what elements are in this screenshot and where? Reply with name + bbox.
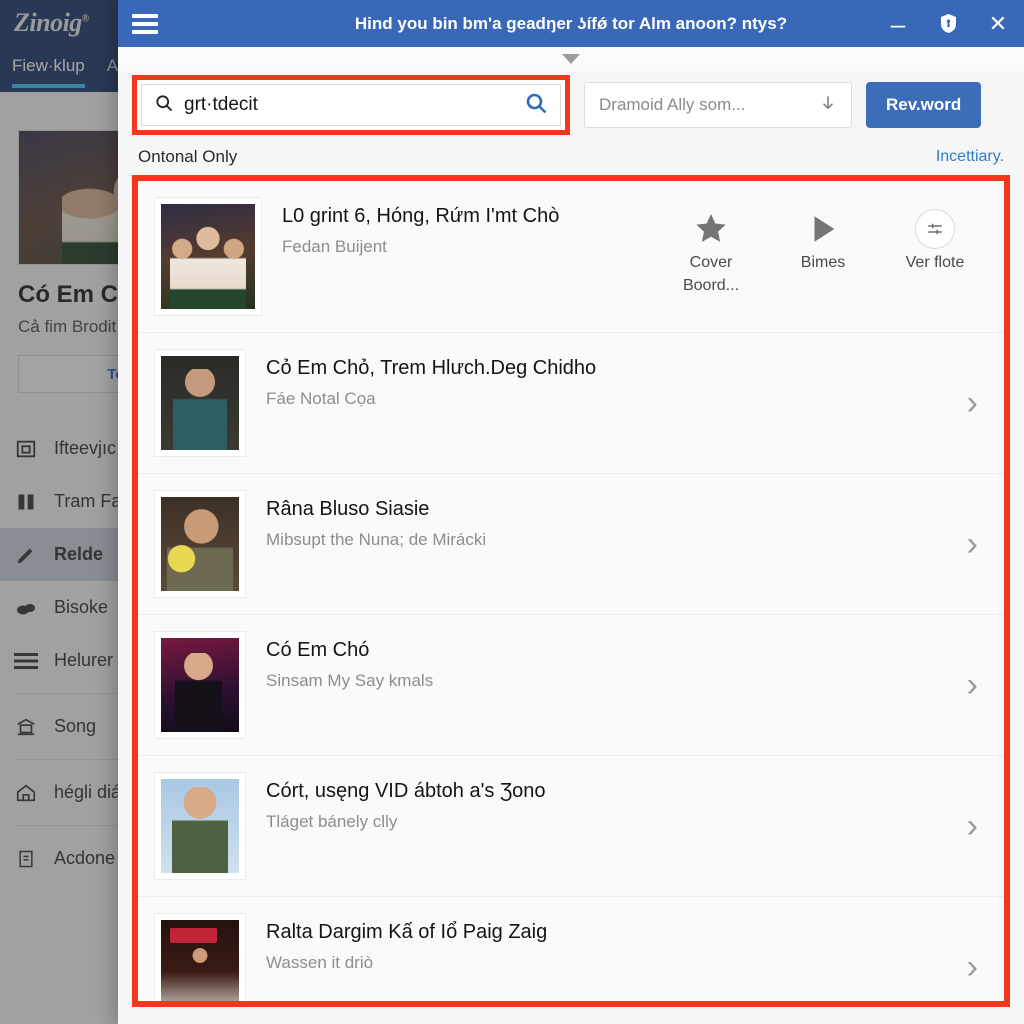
result-row[interactable]: Cỏ Em Chỏ, Trem Hlưch.Deg Chidho Fáe Not… <box>138 332 1004 473</box>
chevron-right-icon[interactable]: › <box>967 527 982 561</box>
result-text: Ralta Dargim Kấ of Iổ Paig Zaig Wassen i… <box>246 913 967 973</box>
action-label: Cover Boord... <box>682 254 740 295</box>
result-row[interactable]: Có Em Chó Sinsam My Say kmals › <box>138 614 1004 755</box>
minimize-button[interactable]: – <box>886 11 910 37</box>
thumbnail-image <box>161 497 239 591</box>
arrow-down-icon <box>819 93 837 117</box>
results-highlight-box: L0 grint 6, Hóng, Rứm I'mt Chò Fedan Buĳ… <box>132 175 1010 1007</box>
thumbnail-image <box>161 779 239 873</box>
result-text: Có Em Chó Sinsam My Say kmals <box>246 631 967 691</box>
results-list: L0 grint 6, Hóng, Rứm I'mt Chò Fedan Buĳ… <box>138 181 1004 1001</box>
screen: Zinoig® Fiew·klup A Có Em Ch Cả fim Brod… <box>0 0 1024 1024</box>
result-subtitle: Fáe Notal Cọa <box>266 389 376 408</box>
filter-dropdown[interactable]: Dramoid Ally som... <box>584 82 852 128</box>
result-row[interactable]: Córt, usęng VID ábtoh a's Ʒono Tláget bá… <box>138 755 1004 896</box>
result-thumbnail <box>154 490 246 598</box>
result-thumbnail <box>154 772 246 880</box>
result-title: Córt, usęng VID ábtoh a's Ʒono <box>266 780 546 802</box>
restore-button[interactable] <box>936 12 960 36</box>
result-text: Cỏ Em Chỏ, Trem Hlưch.Deg Chidho Fáe Not… <box>246 349 967 409</box>
action-label: Ver flote <box>905 254 965 271</box>
chevron-right-icon[interactable]: › <box>967 809 982 843</box>
action-bimes[interactable]: Bimes <box>784 207 862 297</box>
dialog-subbar <box>118 47 1024 71</box>
hamburger-menu-icon[interactable] <box>132 13 158 34</box>
window-controls: – ✕ <box>886 11 1010 37</box>
result-text: Râna Bluso Siasie Mibsupt the Nuna; de M… <box>246 490 967 550</box>
thumbnail-image <box>161 638 239 732</box>
results-filter-label: Ontonal Only <box>138 147 238 166</box>
dialog-titlebar: Hind you bin bm'a geadŋer ʖífǿ tor Alm a… <box>118 0 1024 47</box>
play-icon <box>784 207 862 251</box>
thumbnail-image <box>161 920 239 1001</box>
search-submit-icon[interactable] <box>524 91 548 120</box>
result-thumbnail <box>154 349 246 457</box>
result-row-featured[interactable]: L0 grint 6, Hóng, Rứm I'mt Chò Fedan Buĳ… <box>138 181 1004 332</box>
filter-dropdown-value: Dramoid Ally som... <box>599 95 746 114</box>
result-subtitle: Mibsupt the Nuna; de Mirácki <box>266 530 487 549</box>
results-secondary-link[interactable]: Incettiary. <box>936 148 1004 166</box>
result-title: Cỏ Em Chỏ, Trem Hlưch.Deg Chidho <box>266 357 597 379</box>
search-input-value: grt·tdecit <box>184 94 258 115</box>
star-icon <box>672 207 750 251</box>
result-title: Râna Bluso Siasie <box>266 498 430 520</box>
revword-button[interactable]: Rev.word <box>866 82 982 128</box>
search-highlight-box: grt·tdecit <box>132 75 570 135</box>
close-button[interactable]: ✕ <box>986 12 1010 36</box>
chevron-right-icon[interactable]: › <box>967 950 982 984</box>
result-subtitle: Tláget bánely clly <box>266 812 398 831</box>
search-input[interactable]: grt·tdecit <box>141 84 561 126</box>
result-subtitle: Fedan Buĳent <box>282 237 387 256</box>
chevron-right-icon[interactable]: › <box>967 386 982 420</box>
action-cover-board[interactable]: Cover Boord... <box>672 207 750 297</box>
thumbnail-image <box>161 204 255 309</box>
result-actions: Cover Boord... Bimes Ver flote <box>672 197 982 297</box>
result-text: L0 grint 6, Hóng, Rứm I'mt Chò Fedan Buĳ… <box>262 197 672 257</box>
action-ver-flote[interactable]: Ver flote <box>896 207 974 297</box>
result-text: Córt, usęng VID ábtoh a's Ʒono Tláget bá… <box>246 772 967 832</box>
results-meta-row: Ontonal Only Incettiary. <box>118 137 1024 175</box>
result-title: Có Em Chó <box>266 639 370 661</box>
result-title: Ralta Dargim Kấ of Iổ Paig Zaig <box>266 921 548 943</box>
result-thumbnail <box>154 197 262 316</box>
result-title: L0 grint 6, Hóng, Rứm I'mt Chò <box>282 205 560 227</box>
chevron-right-icon[interactable]: › <box>967 668 982 702</box>
search-icon <box>154 93 174 118</box>
action-label: Bimes <box>800 254 846 271</box>
sliders-icon <box>896 207 974 251</box>
result-thumbnail <box>154 913 246 1001</box>
search-dialog: Hind you bin bm'a geadŋer ʖífǿ tor Alm a… <box>118 0 1024 1024</box>
result-row[interactable]: Ralta Dargim Kấ of Iổ Paig Zaig Wassen i… <box>138 896 1004 1001</box>
result-thumbnail <box>154 631 246 739</box>
search-toolbar: grt·tdecit Dramoid Ally som... Rev.word <box>118 71 1024 135</box>
result-row[interactable]: Râna Bluso Siasie Mibsupt the Nuna; de M… <box>138 473 1004 614</box>
chevron-down-icon[interactable] <box>562 54 580 64</box>
result-subtitle: Sinsam My Say kmals <box>266 671 434 690</box>
result-subtitle: Wassen it driò <box>266 953 374 972</box>
thumbnail-image <box>161 356 239 450</box>
